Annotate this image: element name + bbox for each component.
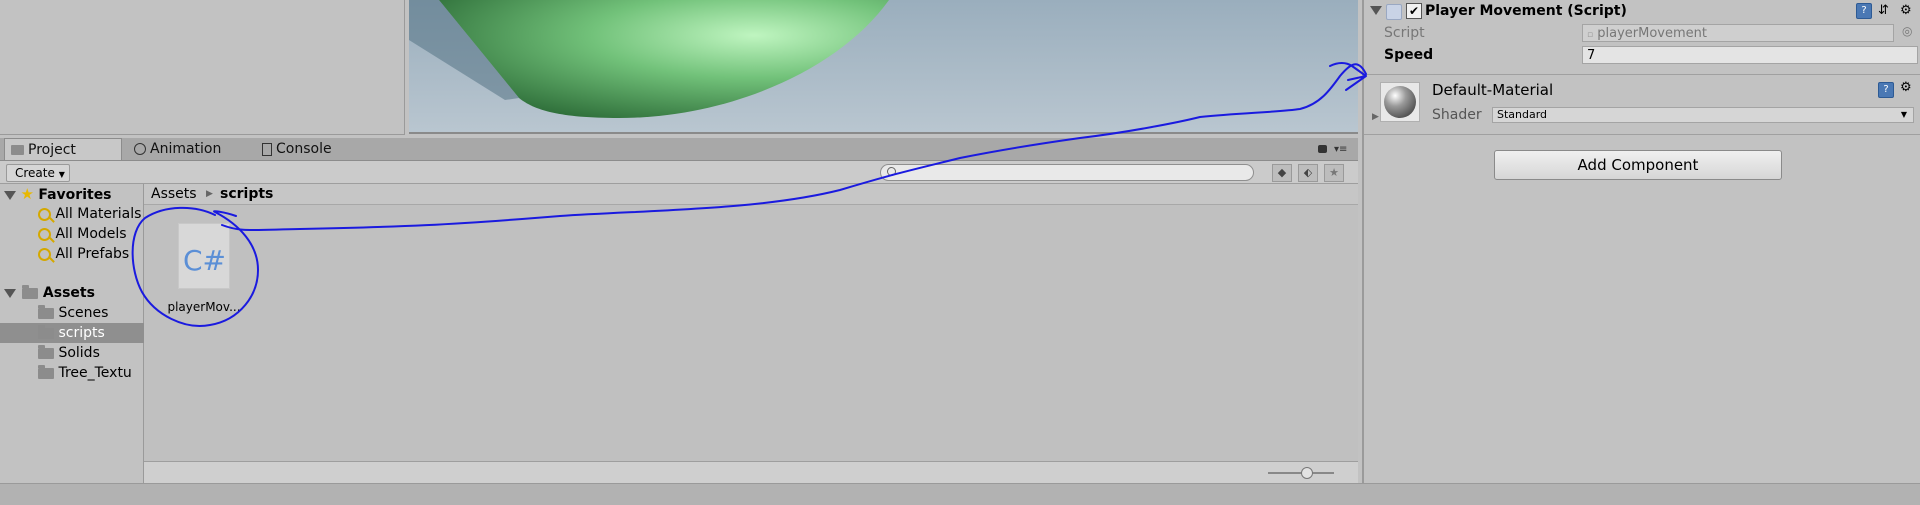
shader-label: Shader	[1432, 107, 1482, 123]
material-preview	[1380, 82, 1420, 122]
project-toolbar: Create ▼ ◆ ⬖ ★	[0, 161, 1358, 184]
component-header[interactable]: ✔ Player Movement (Script) ? ⇵ ⚙	[1364, 0, 1920, 22]
shader-dropdown-value: Standard	[1497, 108, 1548, 121]
speed-field[interactable]: 7	[1582, 46, 1918, 64]
scene-object	[409, 0, 889, 118]
assets-label: Assets	[42, 285, 95, 301]
preset-icon[interactable]: ⇵	[1878, 0, 1889, 22]
star-icon[interactable]: ★	[1324, 164, 1344, 182]
script-field-value: playerMovement	[1597, 26, 1707, 41]
tab-bar: Project Animation Console ▾≡	[0, 138, 1358, 161]
search-icon	[887, 167, 896, 176]
gear-icon[interactable]: ⚙	[1900, 0, 1912, 22]
gear-icon[interactable]: ⚙	[1900, 80, 1912, 95]
status-bar	[0, 483, 1920, 505]
expand-triangle-icon[interactable]: ▶	[1372, 112, 1379, 122]
favorites-label: Favorites	[38, 187, 112, 203]
component-title: Player Movement (Script)	[1425, 3, 1627, 19]
tag-icon[interactable]: ⬖	[1298, 164, 1318, 182]
folder-icon	[38, 344, 54, 359]
search-icon	[38, 207, 51, 221]
tree-assets[interactable]: Assets	[0, 283, 143, 303]
cs-file-icon-text: C#	[183, 244, 227, 277]
search-input[interactable]	[880, 164, 1254, 181]
expand-triangle-icon[interactable]	[4, 288, 16, 298]
breadcrumb-separator-icon: ▶	[206, 189, 213, 199]
breadcrumb: Assets ▶ scripts	[144, 184, 1358, 205]
folder-icon	[38, 324, 54, 339]
script-field[interactable]: ▫ playerMovement	[1582, 24, 1894, 42]
star-icon: ★	[20, 185, 34, 203]
breadcrumb-scripts[interactable]: scripts	[220, 184, 273, 204]
favorite-label: All Prefabs	[55, 246, 130, 262]
tab-animation-label: Animation	[150, 141, 222, 157]
file-name[interactable]: playerMov...	[164, 300, 244, 314]
folder-icon	[38, 364, 54, 379]
divider	[1364, 74, 1920, 75]
sphere-icon	[1384, 86, 1416, 118]
shader-dropdown[interactable]: Standard ▼	[1492, 107, 1914, 123]
tree-item-label: Scenes	[58, 305, 109, 321]
material-name: Default-Material	[1432, 81, 1554, 99]
lock-icon[interactable]	[1318, 145, 1327, 153]
tab-project[interactable]: Project	[4, 138, 122, 160]
hierarchy-panel	[0, 0, 405, 135]
tree-item-label: Solids	[58, 345, 100, 361]
filter-type-icon[interactable]: ◆	[1272, 164, 1292, 182]
inspector-panel: ✔ Player Movement (Script) ? ⇵ ⚙ Script …	[1362, 0, 1920, 483]
cs-file-icon[interactable]: C#	[178, 223, 230, 289]
tab-console[interactable]: Console	[262, 138, 362, 160]
chevron-down-icon: ▼	[58, 170, 65, 179]
help-icon[interactable]: ?	[1856, 3, 1872, 19]
project-footer	[144, 461, 1358, 484]
object-picker-icon[interactable]: ◎	[1902, 24, 1912, 38]
project-tree: ★ Favorites All Materials All Models All…	[0, 184, 181, 484]
tab-project-label: Project	[28, 142, 76, 158]
expand-triangle-icon[interactable]	[4, 190, 16, 200]
search-icon	[38, 227, 51, 241]
clock-icon	[134, 143, 146, 155]
tab-console-label: Console	[276, 141, 332, 157]
tree-item-label: scripts	[58, 325, 105, 341]
console-icon	[262, 142, 272, 156]
tree-item-label: Tree_Textu	[58, 365, 132, 381]
tab-animation[interactable]: Animation	[134, 138, 244, 160]
folder-icon	[38, 304, 54, 319]
create-button-label: Create	[15, 166, 55, 180]
enabled-checkbox[interactable]: ✔	[1406, 3, 1422, 19]
add-component-button[interactable]: Add Component	[1494, 150, 1782, 180]
chevron-down-icon: ▼	[1900, 110, 1907, 119]
speed-label: Speed	[1384, 47, 1434, 63]
asset-grid: C# playerMov...	[144, 205, 1358, 461]
script-icon	[1386, 4, 1402, 20]
script-icon: ▫	[1587, 30, 1594, 40]
divider	[1364, 134, 1920, 135]
menu-icon[interactable]: ▾≡	[1334, 145, 1347, 155]
search-icon	[38, 247, 51, 261]
zoom-slider-handle[interactable]	[1301, 467, 1313, 479]
favorite-label: All Models	[55, 226, 127, 242]
script-label: Script	[1384, 25, 1425, 41]
breadcrumb-assets[interactable]: Assets	[151, 184, 197, 204]
create-button[interactable]: Create ▼	[6, 164, 70, 182]
folder-icon	[11, 145, 24, 155]
favorite-label: All Materials	[55, 206, 142, 222]
tree-favorites[interactable]: ★ Favorites	[0, 184, 143, 204]
help-icon[interactable]: ?	[1878, 82, 1894, 98]
folder-icon	[22, 284, 39, 299]
collapse-triangle-icon[interactable]	[1370, 6, 1382, 15]
scene-view[interactable]	[409, 0, 1358, 134]
